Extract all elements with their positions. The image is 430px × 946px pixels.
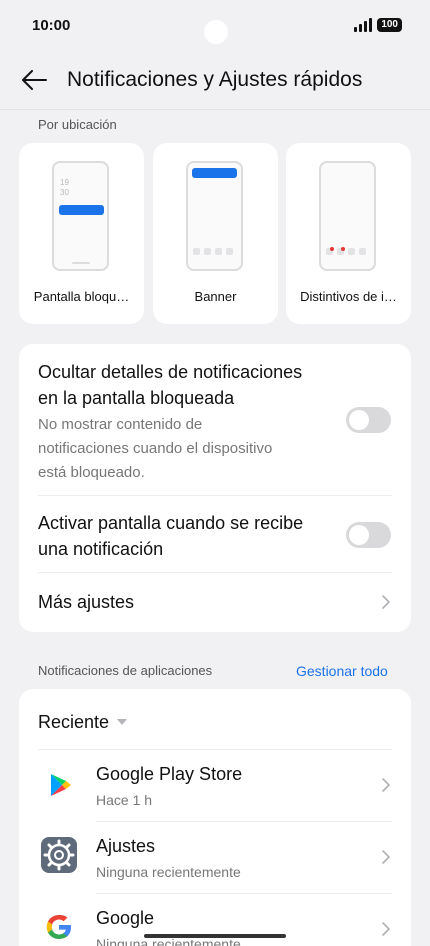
google-g-icon <box>46 915 71 939</box>
banner-preview <box>186 161 243 271</box>
status-icons: 100 <box>354 18 402 32</box>
chevron-right-icon <box>382 922 390 936</box>
chevron-right-icon <box>382 595 390 609</box>
sort-label: Reciente <box>38 712 110 732</box>
section-label-location: Por ubicación <box>38 117 117 132</box>
more-settings-title: Más ajustes <box>38 592 135 612</box>
app-row-settings[interactable]: Ajustes Ninguna recientemente <box>19 822 411 893</box>
app-sub: Ninguna recientemente <box>96 864 241 880</box>
style-label-badges: Distintivos de i… <box>300 289 397 304</box>
wake-screen-row[interactable]: Activar pantalla cuando se recibe una no… <box>38 510 338 562</box>
hide-details-title-1: Ocultar detalles de notificaciones <box>38 362 303 382</box>
style-card-lockscreen[interactable]: 19 30 Pantalla bloqu… <box>19 143 144 324</box>
settings-card: Ocultar detalles de notificaciones en la… <box>19 344 411 632</box>
preview-clock-minute: 30 <box>60 188 69 197</box>
preview-clock-hour: 19 <box>60 178 69 187</box>
badges-preview <box>319 161 376 271</box>
home-indicator[interactable] <box>144 934 286 938</box>
sort-dropdown[interactable]: Reciente <box>38 709 128 735</box>
app-name: Google <box>96 908 155 928</box>
wake-screen-title-2: una notificación <box>38 539 164 559</box>
style-label-lockscreen: Pantalla bloqu… <box>33 289 130 304</box>
wake-screen-title-1: Activar pantalla cuando se recibe <box>38 513 304 533</box>
settings-gear-icon <box>41 837 77 873</box>
chevron-right-icon <box>382 850 390 864</box>
status-time: 10:00 <box>32 16 71 34</box>
camera-cutout <box>204 20 228 44</box>
hide-details-row[interactable]: Ocultar detalles de notificaciones en la… <box>38 359 338 485</box>
wake-screen-toggle[interactable] <box>346 522 391 548</box>
signal-icon <box>354 18 373 32</box>
divider <box>38 495 392 496</box>
hide-details-sub-1: No mostrar contenido de <box>38 416 203 433</box>
section-label-apps: Notificaciones de aplicaciones <box>38 663 213 678</box>
hide-details-title-2: en la pantalla bloqueada <box>38 388 235 408</box>
hide-details-sub-2: notificaciones cuando el dispositivo <box>38 440 273 457</box>
app-name: Ajustes <box>96 836 156 856</box>
hide-details-sub-3: está bloqueado. <box>38 464 145 481</box>
caret-down-icon <box>117 719 128 725</box>
style-card-banner[interactable]: Banner <box>153 143 278 324</box>
app-row-google[interactable]: Google Ninguna recientemente <box>19 894 411 946</box>
preview-banner-bar <box>192 168 237 178</box>
app-header: Notificaciones y Ajustes rápidos <box>0 50 430 110</box>
battery-icon: 100 <box>377 18 402 32</box>
lockscreen-preview: 19 30 <box>52 161 109 271</box>
style-label-banner: Banner <box>194 289 237 304</box>
more-settings-row[interactable]: Más ajustes <box>19 573 411 632</box>
hide-details-toggle[interactable] <box>346 407 391 433</box>
page-title: Notificaciones y Ajustes rápidos <box>67 67 363 91</box>
app-row-play-store[interactable]: Google Play Store Hace 1 h <box>19 750 411 821</box>
arrow-left-icon <box>22 69 47 90</box>
chevron-right-icon <box>382 778 390 792</box>
app-sub: Hace 1 h <box>96 792 153 808</box>
app-name: Google Play Store <box>96 764 243 784</box>
manage-all-link[interactable]: Gestionar todo <box>296 663 388 679</box>
preview-notification-bar <box>59 205 104 215</box>
play-store-icon <box>51 774 71 796</box>
style-card-badges[interactable]: Distintivos de i… <box>286 143 411 324</box>
back-button[interactable] <box>20 66 48 94</box>
